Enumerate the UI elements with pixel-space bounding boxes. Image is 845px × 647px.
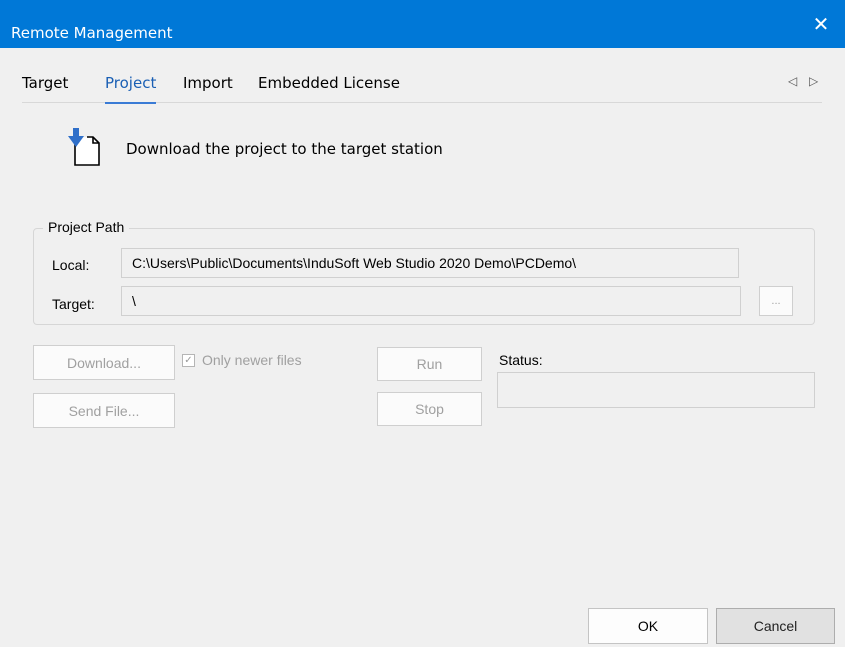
- local-label: Local:: [52, 257, 90, 273]
- local-path-field[interactable]: C:\Users\Public\Documents\InduSoft Web S…: [121, 248, 739, 278]
- ok-button[interactable]: OK: [588, 608, 708, 644]
- only-newer-label: Only newer files: [202, 352, 302, 368]
- title-bar: Remote Management ✕: [0, 0, 845, 48]
- status-field: [497, 372, 815, 408]
- target-path-field[interactable]: \: [121, 286, 741, 316]
- header-description: Download the project to the target stati…: [126, 140, 443, 158]
- target-label: Target:: [52, 296, 95, 312]
- tab-target[interactable]: Target: [22, 74, 68, 92]
- run-button[interactable]: Run: [377, 347, 482, 381]
- status-label: Status:: [499, 352, 543, 368]
- send-file-button[interactable]: Send File...: [33, 393, 175, 428]
- download-document-icon: [68, 128, 100, 166]
- tab-embedded-license[interactable]: Embedded License: [258, 74, 400, 92]
- stop-button[interactable]: Stop: [377, 392, 482, 426]
- only-newer-checkbox[interactable]: ✓: [182, 354, 195, 367]
- window-title: Remote Management: [11, 24, 173, 42]
- tab-scroll-left-icon[interactable]: ◁: [788, 74, 797, 88]
- cancel-button[interactable]: Cancel: [716, 608, 835, 644]
- tab-import[interactable]: Import: [183, 74, 233, 92]
- download-button[interactable]: Download...: [33, 345, 175, 380]
- project-path-label: Project Path: [43, 219, 130, 235]
- tab-strip: Target Project Import Embedded License ◁…: [22, 62, 822, 104]
- browse-button[interactable]: ...: [759, 286, 793, 316]
- close-icon[interactable]: ✕: [797, 0, 845, 48]
- tab-project[interactable]: Project: [105, 74, 157, 104]
- tab-scroll-right-icon[interactable]: ▷: [809, 74, 818, 88]
